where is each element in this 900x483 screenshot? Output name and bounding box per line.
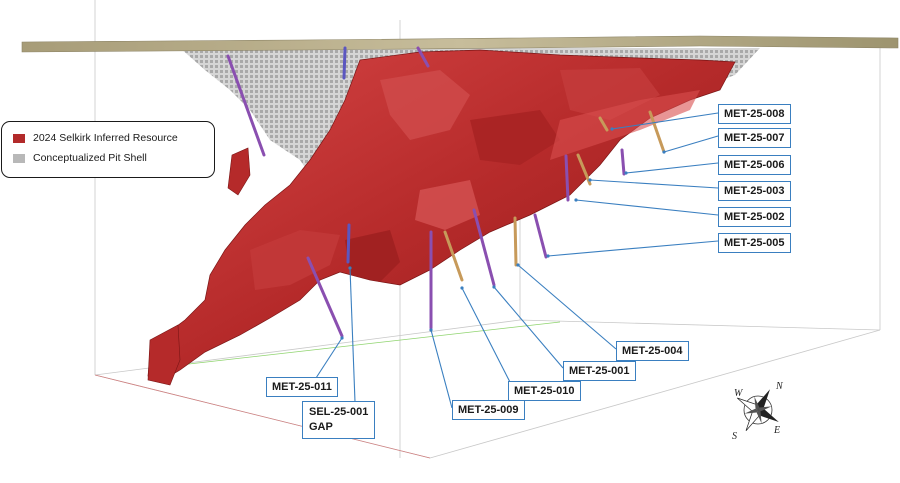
- label-line: SEL-25-001: [309, 406, 369, 418]
- inferred-resource-body: [147, 49, 736, 386]
- drillhole-trace: [342, 46, 347, 80]
- label-met-25-008: MET-25-008: [718, 104, 791, 124]
- label-met-25-001: MET-25-001: [563, 361, 636, 381]
- label-met-25-010: MET-25-010: [508, 381, 581, 401]
- label-met-25-003: MET-25-003: [718, 181, 791, 201]
- compass-north: N: [776, 381, 783, 392]
- legend-item-resource: 2024 Selkirk Inferred Resource: [13, 132, 178, 144]
- label-met-25-005: MET-25-005: [718, 233, 791, 253]
- legend-label: 2024 Selkirk Inferred Resource: [33, 132, 178, 144]
- compass-south: S: [732, 431, 737, 442]
- bottom-edge-line: [94, 374, 431, 459]
- label-met-25-006: MET-25-006: [718, 155, 791, 175]
- compass-west: W: [734, 388, 743, 399]
- drillhole-trace: [564, 154, 570, 202]
- drillhole-trace: [533, 213, 548, 259]
- figure-canvas: 2024 Selkirk Inferred Resource Conceptua…: [0, 0, 900, 483]
- legend-swatch-red: [13, 133, 25, 143]
- legend-label: Conceptualized Pit Shell: [33, 152, 147, 164]
- label-met-25-007: MET-25-007: [718, 128, 791, 148]
- label-met-25-011: MET-25-011: [266, 377, 338, 397]
- legend-item-pit-shell: Conceptualized Pit Shell: [13, 152, 147, 164]
- label-sel-25-001-gap: SEL-25-001 GAP: [302, 401, 376, 439]
- legend: 2024 Selkirk Inferred Resource Conceptua…: [1, 121, 215, 178]
- label-met-25-009: MET-25-009: [452, 400, 525, 420]
- label-met-25-004: MET-25-004: [616, 341, 689, 361]
- label-line: GAP: [309, 421, 333, 433]
- label-met-25-002: MET-25-002: [718, 207, 791, 227]
- drillhole-trace: [513, 216, 518, 267]
- legend-swatch-gray: [13, 153, 25, 163]
- drillhole-trace: [620, 148, 626, 176]
- compass-east: E: [774, 425, 781, 436]
- drillhole-trace: [346, 223, 351, 264]
